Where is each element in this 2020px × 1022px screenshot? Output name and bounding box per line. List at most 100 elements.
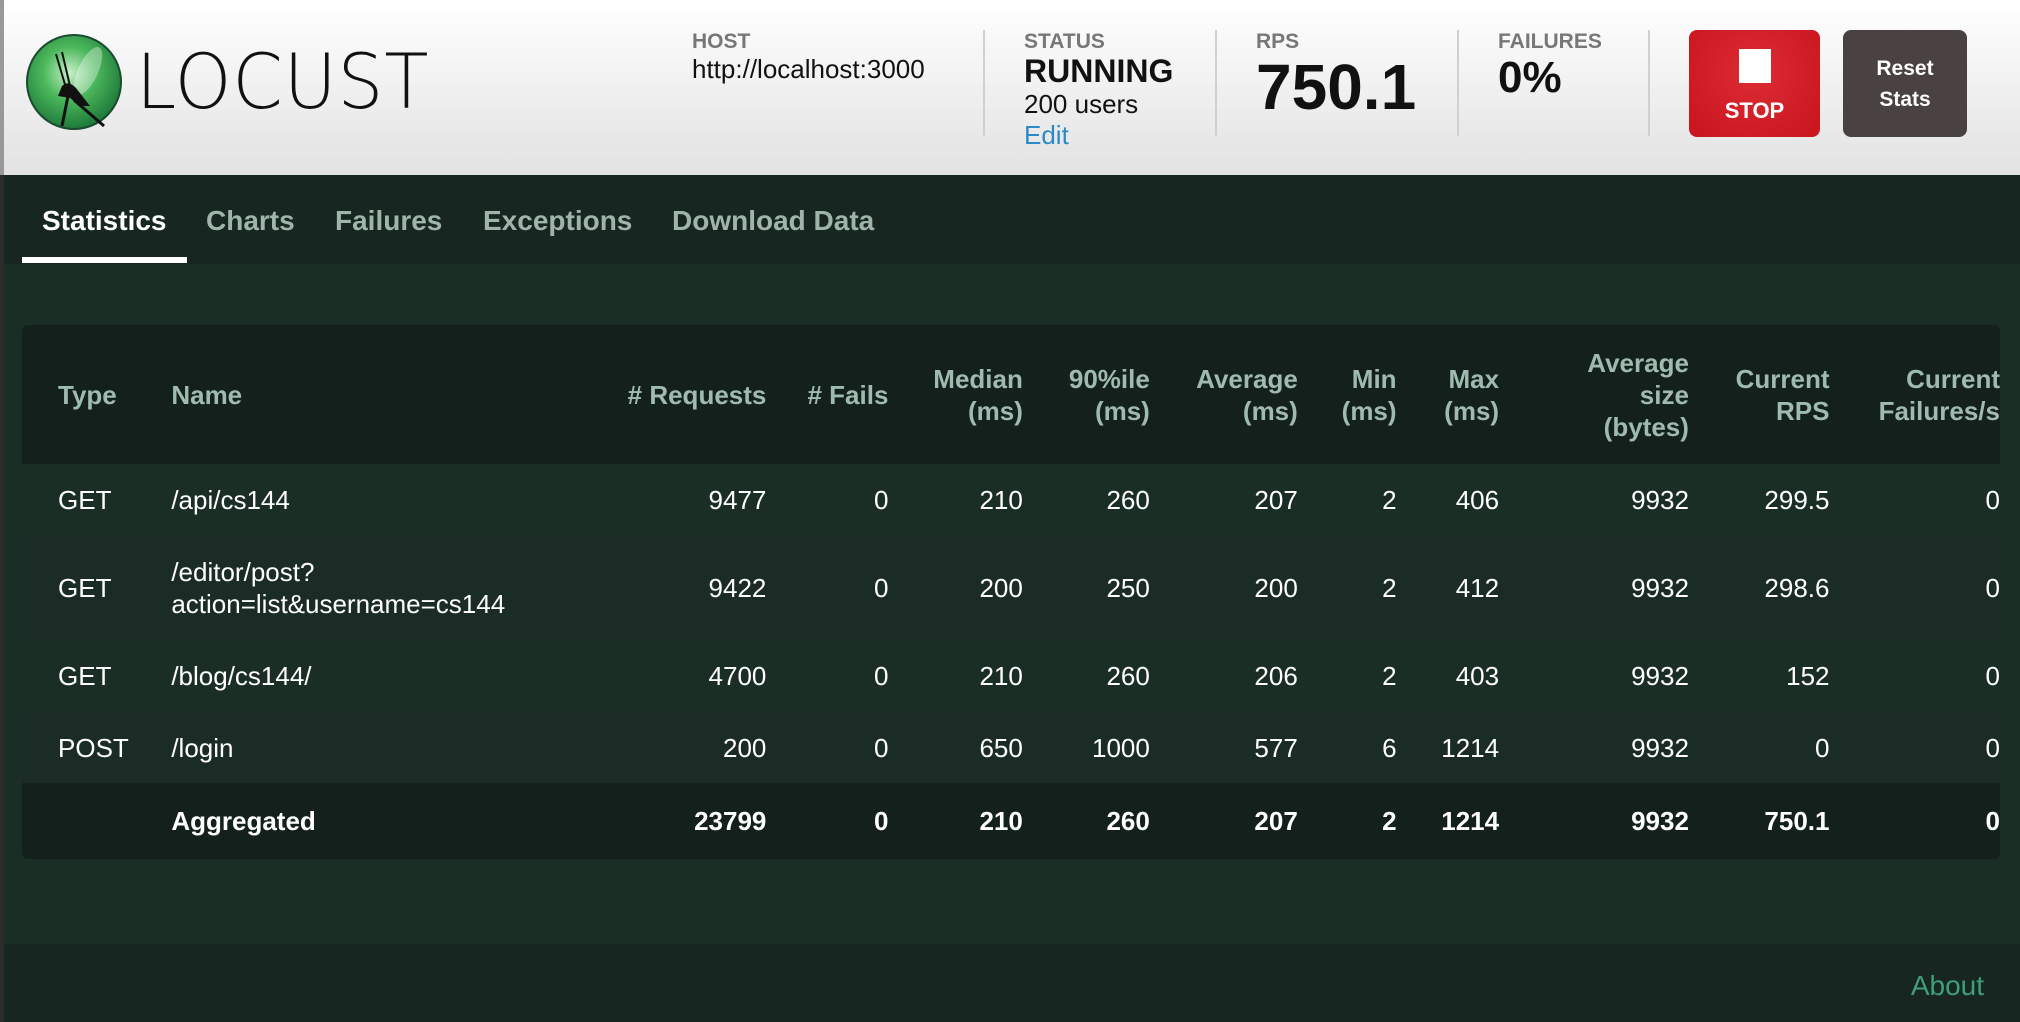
- cell-min: 6: [1382, 732, 1397, 763]
- cell-name: /login: [171, 732, 234, 763]
- cell-current-rps: 750.1: [1688, 783, 1830, 859]
- cell-type: POST: [58, 732, 129, 763]
- table-row: GET/editor/post?action=list&username=cs1…: [22, 536, 2000, 640]
- cell-min: 2: [1382, 661, 1397, 691]
- cell-name: /api/cs144: [171, 485, 290, 515]
- cell-current-failures: 0: [1985, 573, 2000, 603]
- cell-fails: 0: [873, 732, 889, 763]
- rps-value: 750.1: [1256, 51, 1417, 123]
- table-header-row: Type Name # Requests # Fails Median (ms)…: [22, 325, 2000, 464]
- header: LOCUST HOST http://localhost:3000 STATUS…: [0, 0, 2020, 175]
- cell-average: 207: [1149, 783, 1298, 859]
- about-link[interactable]: About: [1911, 970, 1984, 1002]
- cell-average: 200: [1254, 573, 1298, 603]
- cell-median: 210: [888, 783, 1023, 859]
- tab-bar: Statistics Charts Failures Exceptions Do…: [4, 175, 2020, 264]
- cell-requests: 9422: [708, 573, 767, 603]
- cell-name: Aggregated: [171, 783, 526, 859]
- aggregated-row: Aggregated 23799 0 210 260 207 2 1214 9932 750.1 0: [22, 783, 2000, 859]
- col-name[interactable]: Name: [171, 325, 525, 464]
- col-average[interactable]: Average (ms): [1150, 325, 1298, 464]
- failures-value: 0%: [1498, 53, 1562, 102]
- brand-name: LOCUST: [136, 37, 430, 126]
- divider: [1648, 30, 1650, 136]
- locust-logo-icon: [26, 34, 122, 130]
- tab-failures[interactable]: Failures: [335, 205, 442, 237]
- col-median[interactable]: Median (ms): [888, 325, 1023, 464]
- reset-stats-button[interactable]: Reset Stats: [1843, 30, 1967, 137]
- host-value: http://localhost:3000: [692, 54, 925, 84]
- divider: [1457, 30, 1459, 136]
- edit-link[interactable]: Edit: [1024, 120, 1173, 150]
- col-type[interactable]: Type: [22, 325, 171, 464]
- cell-average: 206: [1254, 661, 1298, 691]
- table-row: POST/login 200 0 650 1000 577 6 1214 9932 0 0: [22, 712, 2000, 783]
- active-tab-indicator: [22, 257, 187, 263]
- cell-requests: 200: [722, 732, 767, 763]
- reset-label: Reset: [1876, 57, 1934, 80]
- cell-type: GET: [58, 661, 112, 691]
- table-row: GET/blog/cs144/4700 0 210 260 206 2 403 9932 152…: [22, 640, 2000, 712]
- cell-avg-size: 9932: [1631, 485, 1689, 515]
- cell-avg-size: 9932: [1631, 732, 1689, 763]
- failures-label: FAILURES: [1498, 30, 1602, 53]
- col-min[interactable]: Min (ms): [1298, 325, 1397, 464]
- cell-requests: 23799: [525, 783, 767, 859]
- col-current-rps[interactable]: Current RPS: [1689, 325, 1830, 464]
- status-stat: STATUS RUNNING 200 users Edit: [1024, 30, 1173, 150]
- tab-download-data[interactable]: Download Data: [672, 205, 874, 237]
- cell-current-failures: 0: [1985, 485, 2000, 515]
- cell-current-failures: 0: [1985, 732, 2000, 763]
- stop-icon: [1738, 49, 1771, 83]
- col-fails[interactable]: # Fails: [766, 325, 888, 464]
- status-label: STATUS: [1024, 30, 1105, 53]
- col-current-failures[interactable]: Current Failures/s: [1830, 325, 2000, 464]
- cell-name: /editor/post?action=list&username=cs144: [171, 557, 506, 619]
- cell-max: 1214: [1441, 732, 1500, 763]
- stop-label: STOP: [1724, 98, 1785, 123]
- col-requests[interactable]: # Requests: [525, 325, 767, 464]
- cell-type: GET: [58, 573, 112, 603]
- cell-average: 207: [1254, 485, 1298, 515]
- host-label: HOST: [692, 30, 751, 53]
- cell-min: 2: [1382, 573, 1397, 603]
- cell-max: 406: [1455, 485, 1500, 515]
- statistics-table: Type Name # Requests # Fails Median (ms)…: [22, 325, 2000, 859]
- stop-button[interactable]: STOP: [1689, 30, 1820, 137]
- cell-current-failures: 0: [1985, 661, 2000, 691]
- cell-current-rps: 152: [1786, 661, 1830, 691]
- divider: [1215, 30, 1217, 136]
- failures-stat: FAILURES 0%: [1498, 30, 1602, 102]
- cell-median: 210: [979, 485, 1023, 515]
- cell-fails: 0: [873, 661, 889, 691]
- cell-max: 1214: [1396, 783, 1500, 859]
- cell-average: 577: [1254, 732, 1298, 763]
- user-count: 200 users: [1024, 89, 1139, 119]
- divider: [983, 30, 985, 136]
- cell-current-rps: 299.5: [1764, 485, 1830, 515]
- host-stat: HOST http://localhost:3000: [692, 30, 925, 84]
- cell-current-rps: 0: [1815, 732, 1830, 763]
- col-90ile[interactable]: 90%ile (ms): [1023, 325, 1150, 464]
- cell-min: 2: [1382, 485, 1397, 515]
- cell-p90: 260: [1106, 485, 1150, 515]
- cell-type: GET: [58, 485, 112, 515]
- col-max[interactable]: Max (ms): [1397, 325, 1499, 464]
- cell-median: 210: [979, 661, 1023, 691]
- cell-name: /blog/cs144/: [171, 661, 312, 691]
- tab-exceptions[interactable]: Exceptions: [483, 205, 632, 237]
- cell-p90: 260: [1106, 661, 1150, 691]
- cell-max: 403: [1455, 661, 1500, 691]
- cell-avg-size: 9932: [1631, 661, 1689, 691]
- tab-statistics[interactable]: Statistics: [42, 205, 167, 237]
- cell-fails: 0: [873, 573, 889, 603]
- cell-p90: 260: [1022, 783, 1150, 859]
- cell-current-rps: 298.6: [1764, 573, 1830, 603]
- cell-p90: 1000: [1092, 732, 1150, 763]
- tab-charts[interactable]: Charts: [206, 205, 295, 237]
- cell-requests: 4700: [708, 661, 767, 691]
- table-row: GET/api/cs144 9477 0 210 260 207 2 406 9932 299.5…: [22, 464, 2000, 536]
- cell-fails: 0: [766, 783, 889, 859]
- col-avg-size[interactable]: Average size (bytes): [1499, 325, 1689, 464]
- status-value: RUNNING: [1024, 53, 1174, 89]
